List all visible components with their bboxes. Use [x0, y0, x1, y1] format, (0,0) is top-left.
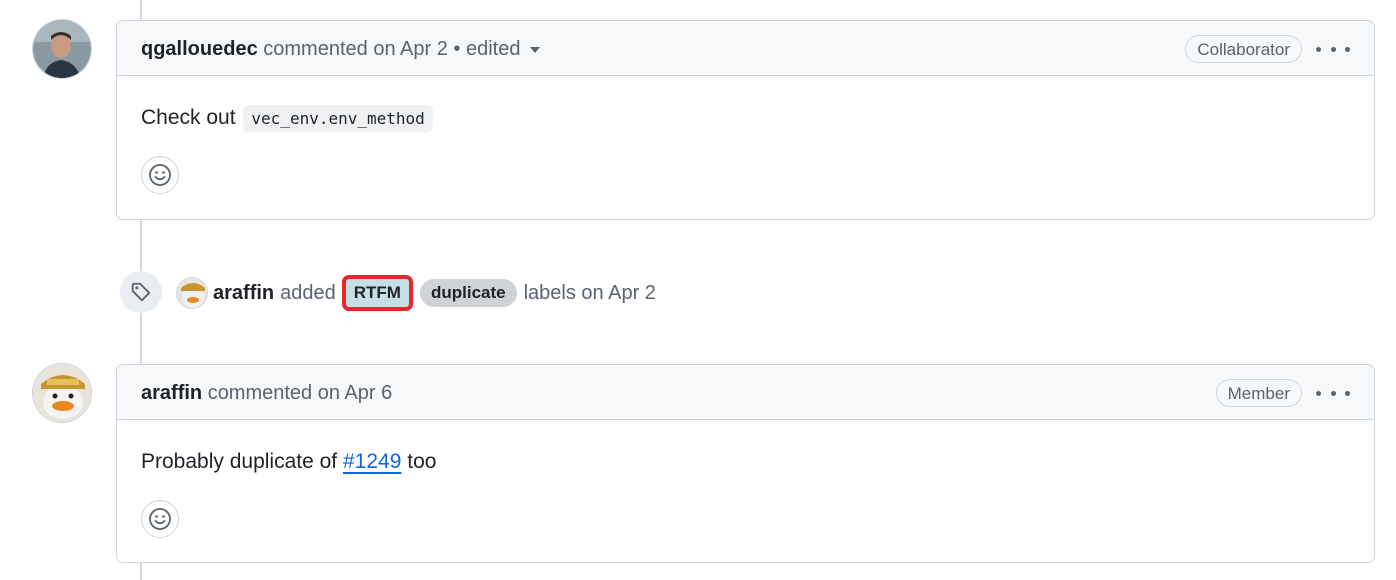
comment-author[interactable]: qgallouedec — [141, 38, 258, 60]
label-event-text: araffin added RTFM duplicate labels on A… — [213, 275, 656, 311]
comment-body: Check out vec_env.env_method — [141, 105, 433, 132]
more-options-icon[interactable] — [1316, 383, 1350, 403]
label-duplicate[interactable]: duplicate — [419, 279, 517, 307]
comment-header-text: qgallouedec commented on Apr 2 • edited — [141, 37, 541, 61]
avatar-duck — [177, 278, 207, 308]
avatar-duck — [33, 364, 91, 422]
comment-body: Probably duplicate of #1249 too — [141, 449, 436, 475]
comment-card: qgallouedec commented on Apr 2 • edited … — [116, 20, 1375, 220]
comment-text: Check out — [141, 106, 236, 129]
edited-indicator[interactable]: • edited — [453, 38, 520, 60]
smiley-icon — [149, 508, 171, 530]
comment-text-suffix: too — [407, 450, 437, 473]
comment-text: Probably duplicate of — [141, 450, 338, 473]
avatar-araffin-small[interactable] — [176, 277, 208, 309]
comment-author[interactable]: araffin — [141, 382, 202, 404]
more-options-icon[interactable] — [1316, 39, 1350, 59]
role-badge: Member — [1215, 379, 1302, 407]
comment-card: araffin commented on Apr 6 Member Probab… — [116, 364, 1375, 563]
avatar-qgallouedec[interactable] — [32, 19, 92, 79]
comment-timestamp[interactable]: commented on Apr 2 — [263, 38, 448, 60]
comment-header: araffin commented on Apr 6 Member — [117, 365, 1374, 420]
inline-code: vec_env.env_method — [243, 105, 433, 132]
event-verb: added — [280, 282, 336, 304]
event-author[interactable]: araffin — [213, 280, 274, 306]
comment-timestamp[interactable]: commented on Apr 6 — [208, 382, 393, 404]
add-reaction-button[interactable] — [141, 500, 179, 538]
smiley-icon — [149, 164, 171, 186]
avatar-araffin[interactable] — [32, 363, 92, 423]
event-suffix[interactable]: labels on Apr 2 — [524, 280, 656, 306]
tag-icon — [120, 271, 162, 313]
comment-header-text: araffin commented on Apr 6 — [141, 381, 392, 405]
avatar-photo — [33, 20, 91, 78]
comment-header: qgallouedec commented on Apr 2 • edited … — [117, 21, 1374, 76]
issue-link[interactable]: #1249 — [343, 450, 401, 473]
label-rtfm[interactable]: RTFM — [341, 275, 413, 311]
add-reaction-button[interactable] — [141, 156, 179, 194]
role-badge: Collaborator — [1185, 35, 1302, 63]
label-event: araffin added RTFM duplicate labels on A… — [120, 270, 820, 314]
chevron-down-icon[interactable] — [530, 46, 541, 53]
